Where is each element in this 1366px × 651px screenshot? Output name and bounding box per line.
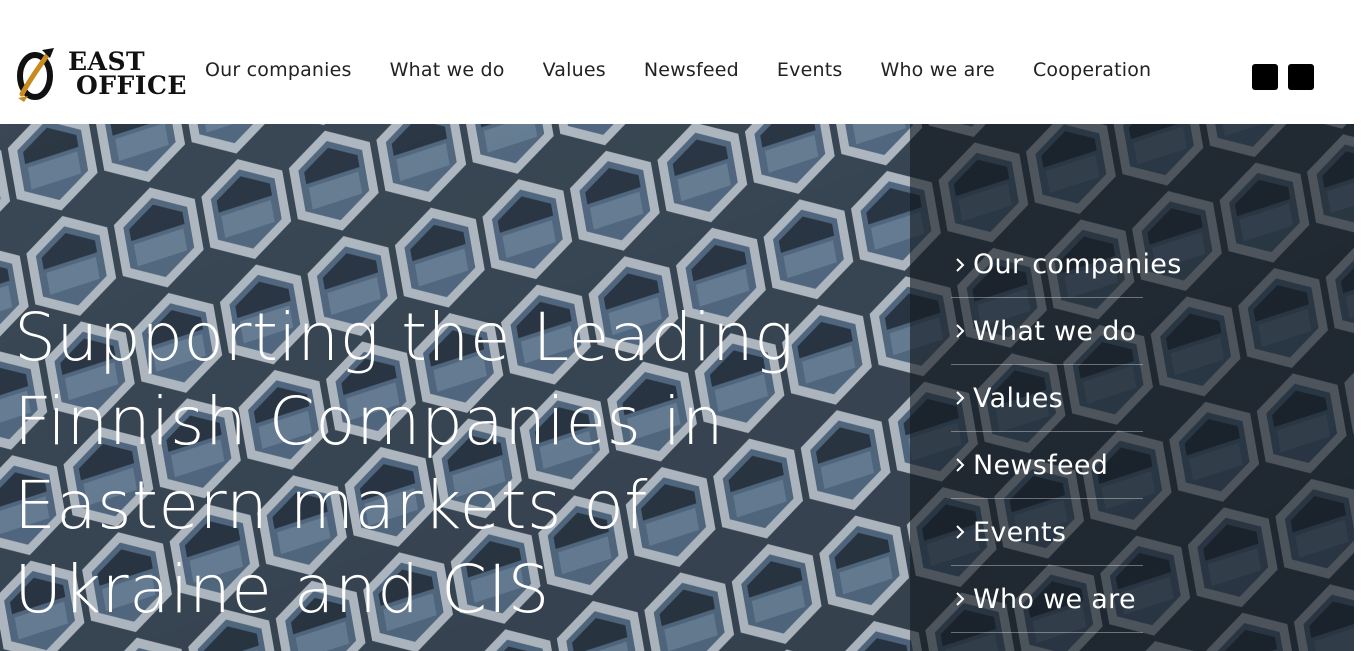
hero-title: Supporting the Leading Finnish Companies… bbox=[14, 299, 795, 628]
chevron-right-icon bbox=[956, 592, 965, 606]
chevron-right-icon bbox=[956, 391, 965, 405]
main-nav: Our companies What we do Values Newsfeed… bbox=[186, 58, 1170, 82]
side-menu-item-our-companies[interactable]: Our companies bbox=[951, 232, 1181, 298]
nav-item-values[interactable]: Values bbox=[524, 58, 625, 82]
nav-item-newsfeed[interactable]: Newsfeed bbox=[625, 58, 758, 82]
east-office-logo-icon bbox=[17, 48, 54, 102]
square-icon[interactable] bbox=[1252, 64, 1278, 90]
chevron-right-icon bbox=[956, 324, 965, 338]
nav-item-who-we-are[interactable]: Who we are bbox=[861, 58, 1014, 82]
side-menu-label: What we do bbox=[973, 315, 1137, 347]
header-icon-group bbox=[1252, 64, 1314, 90]
logo-text: EAST OFFICE bbox=[66, 49, 187, 100]
nav-item-cooperation[interactable]: Cooperation bbox=[1014, 58, 1170, 82]
side-menu-label: Events bbox=[973, 516, 1067, 548]
side-menu: Our companies What we do Values Newsfeed… bbox=[951, 232, 1181, 633]
side-menu-item-newsfeed[interactable]: Newsfeed bbox=[951, 432, 1143, 499]
hero-section: Supporting the Leading Finnish Companies… bbox=[0, 124, 1354, 651]
side-menu-panel: Our companies What we do Values Newsfeed… bbox=[910, 124, 1354, 651]
chevron-right-icon bbox=[956, 525, 965, 539]
nav-item-events[interactable]: Events bbox=[758, 58, 862, 82]
site-header: EAST OFFICE Our companies What we do Val… bbox=[0, 0, 1366, 124]
logo-line-2: OFFICE bbox=[76, 71, 187, 100]
side-menu-item-events[interactable]: Events bbox=[951, 499, 1143, 566]
side-menu-label: Who we are bbox=[973, 583, 1136, 615]
side-menu-label: Newsfeed bbox=[973, 449, 1109, 481]
side-menu-item-what-we-do[interactable]: What we do bbox=[951, 298, 1143, 365]
nav-item-our-companies[interactable]: Our companies bbox=[186, 58, 371, 82]
square-icon[interactable] bbox=[1288, 64, 1314, 90]
nav-item-what-we-do[interactable]: What we do bbox=[371, 58, 524, 82]
chevron-right-icon bbox=[956, 458, 965, 472]
side-menu-item-who-we-are[interactable]: Who we are bbox=[951, 566, 1143, 633]
side-menu-item-values[interactable]: Values bbox=[951, 365, 1143, 432]
side-menu-label: Our companies bbox=[973, 249, 1182, 280]
side-menu-label: Values bbox=[973, 382, 1064, 414]
chevron-right-icon bbox=[956, 257, 965, 272]
east-office-logo[interactable]: EAST OFFICE bbox=[14, 46, 186, 104]
